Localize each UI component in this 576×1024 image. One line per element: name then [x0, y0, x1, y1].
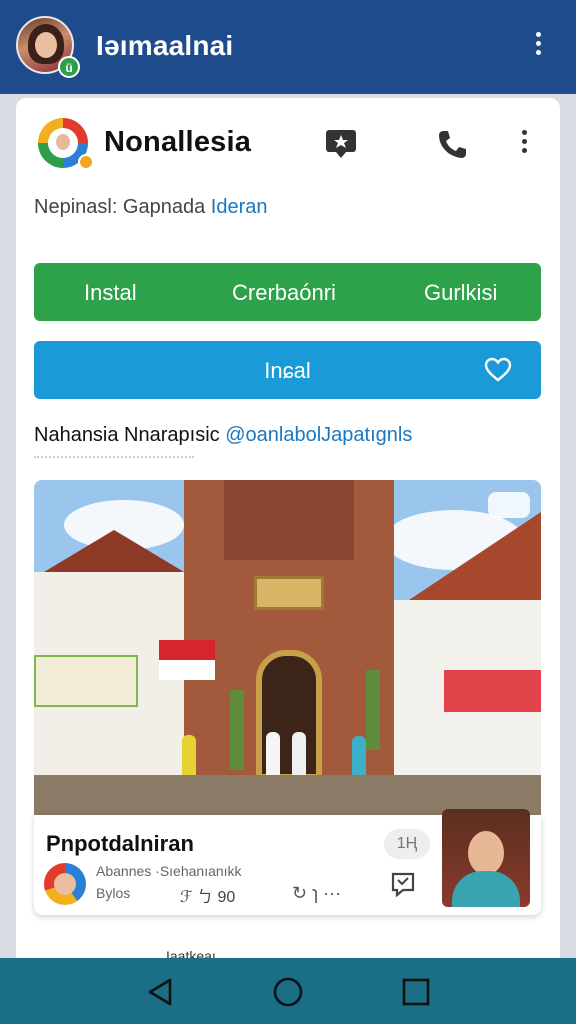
- app-logo-icon: [38, 118, 94, 170]
- divider: [34, 456, 194, 458]
- temple-tower-top: [224, 480, 354, 560]
- count-pill[interactable]: 1Ⱨ: [384, 829, 430, 859]
- person: [182, 735, 196, 779]
- right-roof: [394, 510, 541, 610]
- chat-icon[interactable]: [324, 128, 358, 160]
- system-nav-bar: [0, 958, 576, 1024]
- install-button-label: Inɕal: [264, 358, 311, 383]
- install-action[interactable]: Instal: [84, 280, 137, 306]
- post-meta-line2: Bylos: [96, 885, 131, 901]
- phone-icon[interactable]: [436, 128, 468, 160]
- post-photo[interactable]: [34, 480, 541, 815]
- app-subtitle: Nepinasl: Gapnada Ideran: [34, 196, 268, 219]
- post-title: Pnpotdalniran: [46, 831, 194, 856]
- caption-text: Nahansia Nnarapısic: [34, 424, 220, 446]
- post-meta-value: ℱ ㄅ 90: [180, 889, 236, 906]
- palm-tree: [366, 670, 380, 750]
- overflow-menu-icon[interactable]: [526, 32, 550, 62]
- post-actions[interactable]: ↻ ɿ ···: [292, 883, 341, 904]
- subtitle-link[interactable]: Ideran: [211, 196, 268, 218]
- person: [266, 732, 280, 776]
- flag: [159, 640, 215, 680]
- green-action-bar: Instal Crerbaónri Gurlkisi: [34, 263, 541, 321]
- post-thumbnail[interactable]: [442, 809, 530, 907]
- post-info-panel: Pnpotdalniran 1Ⱨ Abannes ·Sıehanıanıkk B…: [34, 809, 541, 915]
- app-name: Nonallesia: [104, 126, 252, 158]
- home-icon[interactable]: [268, 972, 308, 1012]
- temple-plaque: [254, 576, 324, 610]
- subtitle-text: Nepinasl: Gapnada: [34, 196, 206, 218]
- avatar-face: [35, 32, 57, 58]
- media-tag-icon[interactable]: [488, 492, 530, 518]
- app-bar: ü Iəımaalnai: [0, 0, 576, 94]
- app-card: Nonallesia Nepinasl: Gapnada Ideran Inst…: [16, 98, 560, 978]
- person: [292, 732, 306, 776]
- post-meta-line1: Abannes ·Sıehanıanıkk: [96, 863, 242, 879]
- author-avatar[interactable]: [44, 863, 86, 905]
- tertiary-action[interactable]: Gurlkisi: [424, 280, 497, 306]
- install-button[interactable]: Inɕal: [34, 341, 541, 399]
- person: [352, 736, 366, 780]
- post-caption: Nahansia Nnarapısic @oanlabolJapatıgnls: [34, 424, 412, 447]
- app-bar-title: Iəımaalnai: [96, 30, 234, 61]
- back-icon[interactable]: [140, 972, 180, 1012]
- card-overflow-menu-icon[interactable]: [514, 130, 534, 160]
- recents-icon[interactable]: [396, 972, 436, 1012]
- left-banner: [34, 655, 138, 707]
- flag-icon[interactable]: [390, 871, 416, 897]
- palm-tree: [230, 690, 244, 770]
- heart-icon[interactable]: [484, 357, 512, 383]
- avatar-badge: ü: [58, 56, 80, 78]
- secondary-action[interactable]: Crerbaónri: [232, 280, 336, 306]
- right-banner: [444, 670, 541, 712]
- caption-link[interactable]: @oanlabolJapatıgnls: [225, 424, 412, 446]
